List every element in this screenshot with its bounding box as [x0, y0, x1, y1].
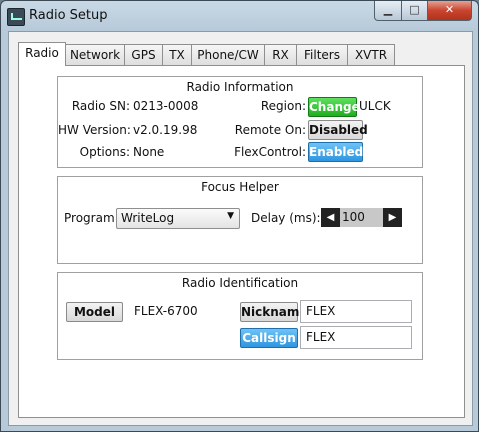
- options-value: None: [133, 145, 165, 159]
- tab-filters[interactable]: Filters: [296, 44, 348, 65]
- close-button[interactable]: ✕: [427, 1, 472, 21]
- tab-network[interactable]: Network: [65, 44, 125, 65]
- options-label: Options:: [79, 145, 130, 159]
- tab-xvtr[interactable]: XVTR: [347, 44, 395, 65]
- region-change-button[interactable]: Change: [308, 97, 360, 117]
- radio-sn-value: 0213-0008: [133, 99, 199, 113]
- decrement-arrow-icon[interactable]: ◀: [321, 208, 340, 227]
- model-button[interactable]: Model: [66, 302, 123, 322]
- remote-on-button[interactable]: Disabled: [308, 120, 368, 140]
- maximize-button[interactable]: □: [401, 1, 428, 21]
- tab-radio[interactable]: Radio: [18, 42, 66, 66]
- region-value: ULCK: [359, 99, 391, 113]
- tab-tx[interactable]: TX: [162, 44, 192, 65]
- minimize-button[interactable]: ▁: [374, 1, 402, 21]
- radio-identification-group: Radio Identification Model FLEX-6700 Nic…: [57, 272, 423, 360]
- callsign-button[interactable]: Callsign: [240, 328, 298, 348]
- nickname-input[interactable]: FLEX: [300, 300, 412, 323]
- region-label: Region:: [260, 99, 306, 113]
- radio-setup-window: Radio Setup ▁ □ ✕ Radio Network GPS TX P…: [0, 0, 479, 432]
- focus-helper-title: Focus Helper: [201, 180, 279, 194]
- flexcontrol-button[interactable]: Enabled: [308, 142, 363, 162]
- title-bar[interactable]: Radio Setup ▁ □ ✕: [1, 1, 478, 31]
- radio-tab-panel: Radio Information Radio SN: 0213-0008 HW…: [18, 65, 465, 418]
- program-select[interactable]: WriteLog ▼: [116, 208, 240, 229]
- model-value: FLEX-6700: [134, 304, 198, 318]
- delay-label: Delay (ms):: [251, 211, 321, 225]
- radio-information-group: Radio Information Radio SN: 0213-0008 HW…: [57, 76, 423, 168]
- flexcontrol-label: FlexControl:: [234, 145, 306, 159]
- focus-helper-group: Focus Helper Program: WriteLog ▼ Delay (…: [57, 176, 423, 264]
- app-icon: [7, 8, 25, 26]
- program-select-value: WriteLog: [121, 211, 175, 225]
- nickname-button[interactable]: Nickname: [240, 302, 308, 322]
- callsign-input[interactable]: FLEX: [300, 326, 412, 349]
- program-label: Program:: [64, 211, 119, 225]
- delay-value[interactable]: 100: [340, 208, 383, 227]
- tab-rx[interactable]: RX: [264, 44, 297, 65]
- remote-on-label: Remote On:: [234, 123, 306, 137]
- hw-version-value: v2.0.19.98: [133, 123, 198, 137]
- tab-gps[interactable]: GPS: [124, 44, 163, 65]
- radio-sn-label: Radio SN:: [71, 99, 130, 113]
- delay-stepper[interactable]: ◀ 100 ▶: [321, 208, 402, 227]
- client-area: Radio Network GPS TX Phone/CW RX Filters…: [8, 31, 473, 426]
- hw-version-label: HW Version:: [58, 123, 131, 137]
- radio-identification-title: Radio Identification: [181, 276, 299, 290]
- increment-arrow-icon[interactable]: ▶: [383, 208, 402, 227]
- window-title: Radio Setup: [29, 8, 108, 23]
- chevron-down-icon: ▼: [227, 211, 234, 221]
- tab-phone-cw[interactable]: Phone/CW: [191, 44, 265, 65]
- radio-information-title: Radio Information: [186, 80, 294, 94]
